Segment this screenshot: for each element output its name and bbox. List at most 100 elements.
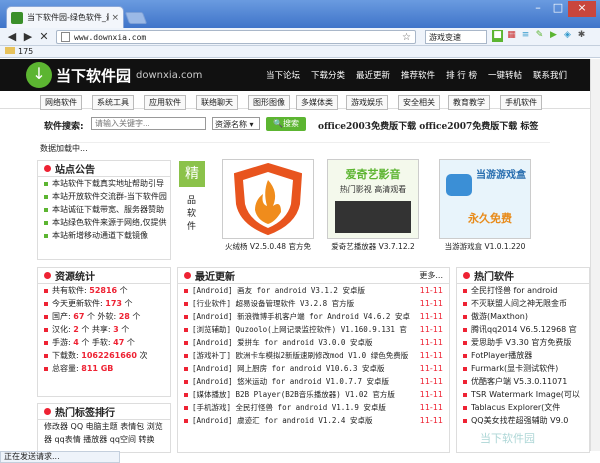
update-title[interactable]: [Android] 悠米运动 for android V1.0.7.7 安卓版 [192,376,389,387]
cat-education[interactable]: 教育教学 [448,95,490,110]
featured-card[interactable]: 当游游戏盒 永久免费 当游游戏盒 V1.0.1.220 [439,159,531,259]
hot-item[interactable]: 傲游(Maxthon) [471,311,528,322]
extension-bars-icon[interactable]: ≡ [520,30,531,42]
cat-chat[interactable]: 联络聊天 [196,95,238,110]
maximize-button[interactable]: □ [548,1,568,17]
update-title[interactable]: [游戏补丁] 欧洲卡车模拟2新版速刷修改mod V1.0 绿色免费版 [192,350,408,361]
search-button[interactable]: 🔍搜索 [266,117,306,131]
nav-item-ranking[interactable]: 排 行 榜 [446,69,477,81]
more-link[interactable]: 更多... [419,270,443,281]
list-item[interactable]: 本站开放软件交流群-当下软件园 [38,190,170,203]
close-tab-icon[interactable]: × [111,13,119,23]
list-item[interactable]: 傲游(Maxthon) [457,310,589,323]
update-title[interactable]: [行业软件] 超易设备管理软件 V3.2.8 官方版 [192,298,354,309]
hot-item[interactable]: 不灭联盟人间之神无限金币 [471,298,567,309]
settings-wrench-icon[interactable]: ✱ [576,30,587,42]
list-item[interactable]: FotPlayer播放器 [457,349,589,362]
hot-item[interactable]: Tablacus Explorer(文件 [471,402,560,413]
table-row[interactable]: [手机游戏] 全民打怪兽 for android V1.1.9 安卓版 11-11 [178,401,449,414]
update-title[interactable]: [Android] 网上厨房 for android V10.6.3 安卓版 [192,363,384,374]
list-item[interactable]: 优酷客户端 V5.3.0.11071 [457,375,589,388]
update-title[interactable]: [Android] 画友 for android V3.1.2 安卓版 [192,285,365,296]
bookmark-star-icon[interactable]: ☆ [402,32,411,43]
cat-games[interactable]: 游戏娱乐 [346,95,388,110]
hot-item[interactable]: 爱思助手 V3.30 官方免费版 [471,337,571,348]
list-item[interactable]: 本站诚征下载带宽、服务器赞助 [38,203,170,216]
list-item[interactable]: QQ美女找茬超强辅助 V9.0 [457,414,589,427]
hot-item[interactable]: 全民打怪兽 for android [471,285,557,296]
list-item[interactable]: Furmark(显卡测试软件) [457,362,589,375]
gamebox-image[interactable]: 当游游戏盒 永久免费 [439,159,531,239]
list-item[interactable]: 本站软件下载真实地址帮助引导 [38,177,170,190]
cat-graphics[interactable]: 图形图像 [248,95,290,110]
notice-item[interactable]: 本站新增移动通道下载镜像 [52,230,148,241]
list-item[interactable]: 爱思助手 V3.30 官方免费版 [457,336,589,349]
nav-item-latest[interactable]: 最近更新 [356,69,390,81]
hot-search-links[interactable]: office2003免费版下载 office2007免费版下载 标签 [318,119,538,132]
back-icon[interactable]: ◀ [4,30,20,43]
table-row[interactable]: [游戏补丁] 欧洲卡车模拟2新版速刷修改mod V1.0 绿色免费版 11-11 [178,349,449,362]
extension-grid-icon[interactable]: ▦ [506,30,517,42]
cat-network[interactable]: 网络软件 [40,95,82,110]
nav-item-share[interactable]: 一键转帖 [488,69,522,81]
hot-item[interactable]: 腾讯qq2014 V6.5.12968 官 [471,324,577,335]
minimize-button[interactable]: – [528,1,548,17]
list-item[interactable]: TSR Watermark Image(可以 [457,388,589,401]
nav-item-recommend[interactable]: 推荐软件 [401,69,435,81]
forward-icon[interactable]: ▶ [20,30,36,43]
hot-item[interactable]: Furmark(显卡测试软件) [471,363,558,374]
table-row[interactable]: [Android] 画友 for android V3.1.2 安卓版 11-11 [178,284,449,297]
table-row[interactable]: [行业软件] 超易设备管理软件 V3.2.8 官方版 11-11 [178,297,449,310]
notice-item[interactable]: 本站开放软件交流群-当下软件园 [52,191,167,202]
extension-map-icon[interactable]: ◈ [562,30,573,42]
new-tab-button[interactable] [124,12,148,24]
hot-item[interactable]: FotPlayer播放器 [471,350,532,361]
list-item[interactable]: Tablacus Explorer(文件 [457,401,589,414]
speed-mode-button[interactable]: 游戏变速 [425,30,487,44]
notice-item[interactable]: 本站诚征下载带宽、服务器赞助 [52,204,164,215]
list-item[interactable]: 本站绿色软件来源于网络,仅提供 [38,216,170,229]
card-caption[interactable]: 火绒杨 V2.5.0.48 官方免 [222,241,314,252]
table-row[interactable]: [Android] 爱拼车 for android V3.0.0 安卓版 11-1… [178,336,449,349]
hot-item[interactable]: QQ美女找茬超强辅助 V9.0 [471,415,568,426]
extension-green-icon[interactable]: ■ [492,30,503,42]
hot-item[interactable]: 优酷客户端 V5.3.0.11071 [471,376,567,387]
cat-security[interactable]: 安全相关 [398,95,440,110]
update-title[interactable]: [浏览辅助] Quzoolo(上网记录监控软件) V1.160.9.131 官 [192,324,407,335]
card-caption[interactable]: 爱奇艺播放器 V3.7.12.2 [327,241,419,252]
address-bar[interactable]: www.downxia.com ☆ [56,30,416,44]
update-title[interactable]: [手机游戏] 全民打怪兽 for android V1.1.9 安卓版 [192,402,386,413]
card-caption[interactable]: 当游游戏盒 V1.0.1.220 [439,241,531,252]
update-title[interactable]: [Android] 爱拼车 for android V3.0.0 安卓版 [192,337,372,348]
cat-apps[interactable]: 应用软件 [144,95,186,110]
stop-icon[interactable]: ✕ [36,30,52,43]
featured-card[interactable]: 爱奇艺影音 热门影视 高清观看 爱奇艺播放器 V3.7.12.2 [327,159,419,259]
notice-item[interactable]: 本站软件下载真实地址帮助引导 [52,178,164,189]
search-input[interactable] [91,117,206,130]
hot-item[interactable]: TSR Watermark Image(可以 [471,389,580,400]
table-row[interactable]: [Android] 新浪微博手机客户端 for Android V4.6.2 安… [178,310,449,323]
update-title[interactable]: [Android] 虞迹汇 for android V1.2.4 安卓版 [192,415,372,426]
cat-media[interactable]: 多媒体类 [296,95,338,110]
scrollbar[interactable] [590,59,600,451]
extension-arrow-icon[interactable]: ▶ [548,30,559,42]
table-row[interactable]: [浏览辅助] Quzoolo(上网记录监控软件) V1.160.9.131 官 1… [178,323,449,336]
cat-mobile[interactable]: 手机软件 [500,95,542,110]
close-window-button[interactable]: × [568,1,596,17]
table-row[interactable]: [Android] 虞迹汇 for android V1.2.4 安卓版 11-1… [178,414,449,427]
huorong-image[interactable] [222,159,314,239]
tag-line[interactable]: 器 qq表情 播放器 qq空间 转换 [38,433,170,446]
update-title[interactable]: [Android] 新浪微博手机客户端 for Android V4.6.2 安… [192,311,410,322]
nav-item-forum[interactable]: 当下论坛 [266,69,300,81]
nav-item-category[interactable]: 下载分类 [311,69,345,81]
url-text[interactable]: www.downxia.com [74,33,402,42]
table-row[interactable]: [媒体播放] B2B Player(B2B音乐播放器) V1.02 官方版 11-… [178,388,449,401]
update-title[interactable]: [媒体播放] B2B Player(B2B音乐播放器) V1.02 官方版 [192,389,395,400]
list-item[interactable]: 腾讯qq2014 V6.5.12968 官 [457,323,589,336]
nav-item-contact[interactable]: 联系我们 [533,69,567,81]
browser-tab[interactable]: 当下软件园-绿色软件_最 × [6,6,124,28]
search-type-select[interactable]: 资源名称 ▾ [212,117,260,130]
table-row[interactable]: [Android] 网上厨房 for android V10.6.3 安卓版 11… [178,362,449,375]
extension-tool-icon[interactable]: ✎ [534,30,545,42]
notice-item[interactable]: 本站绿色软件来源于网络,仅提供 [52,217,167,228]
